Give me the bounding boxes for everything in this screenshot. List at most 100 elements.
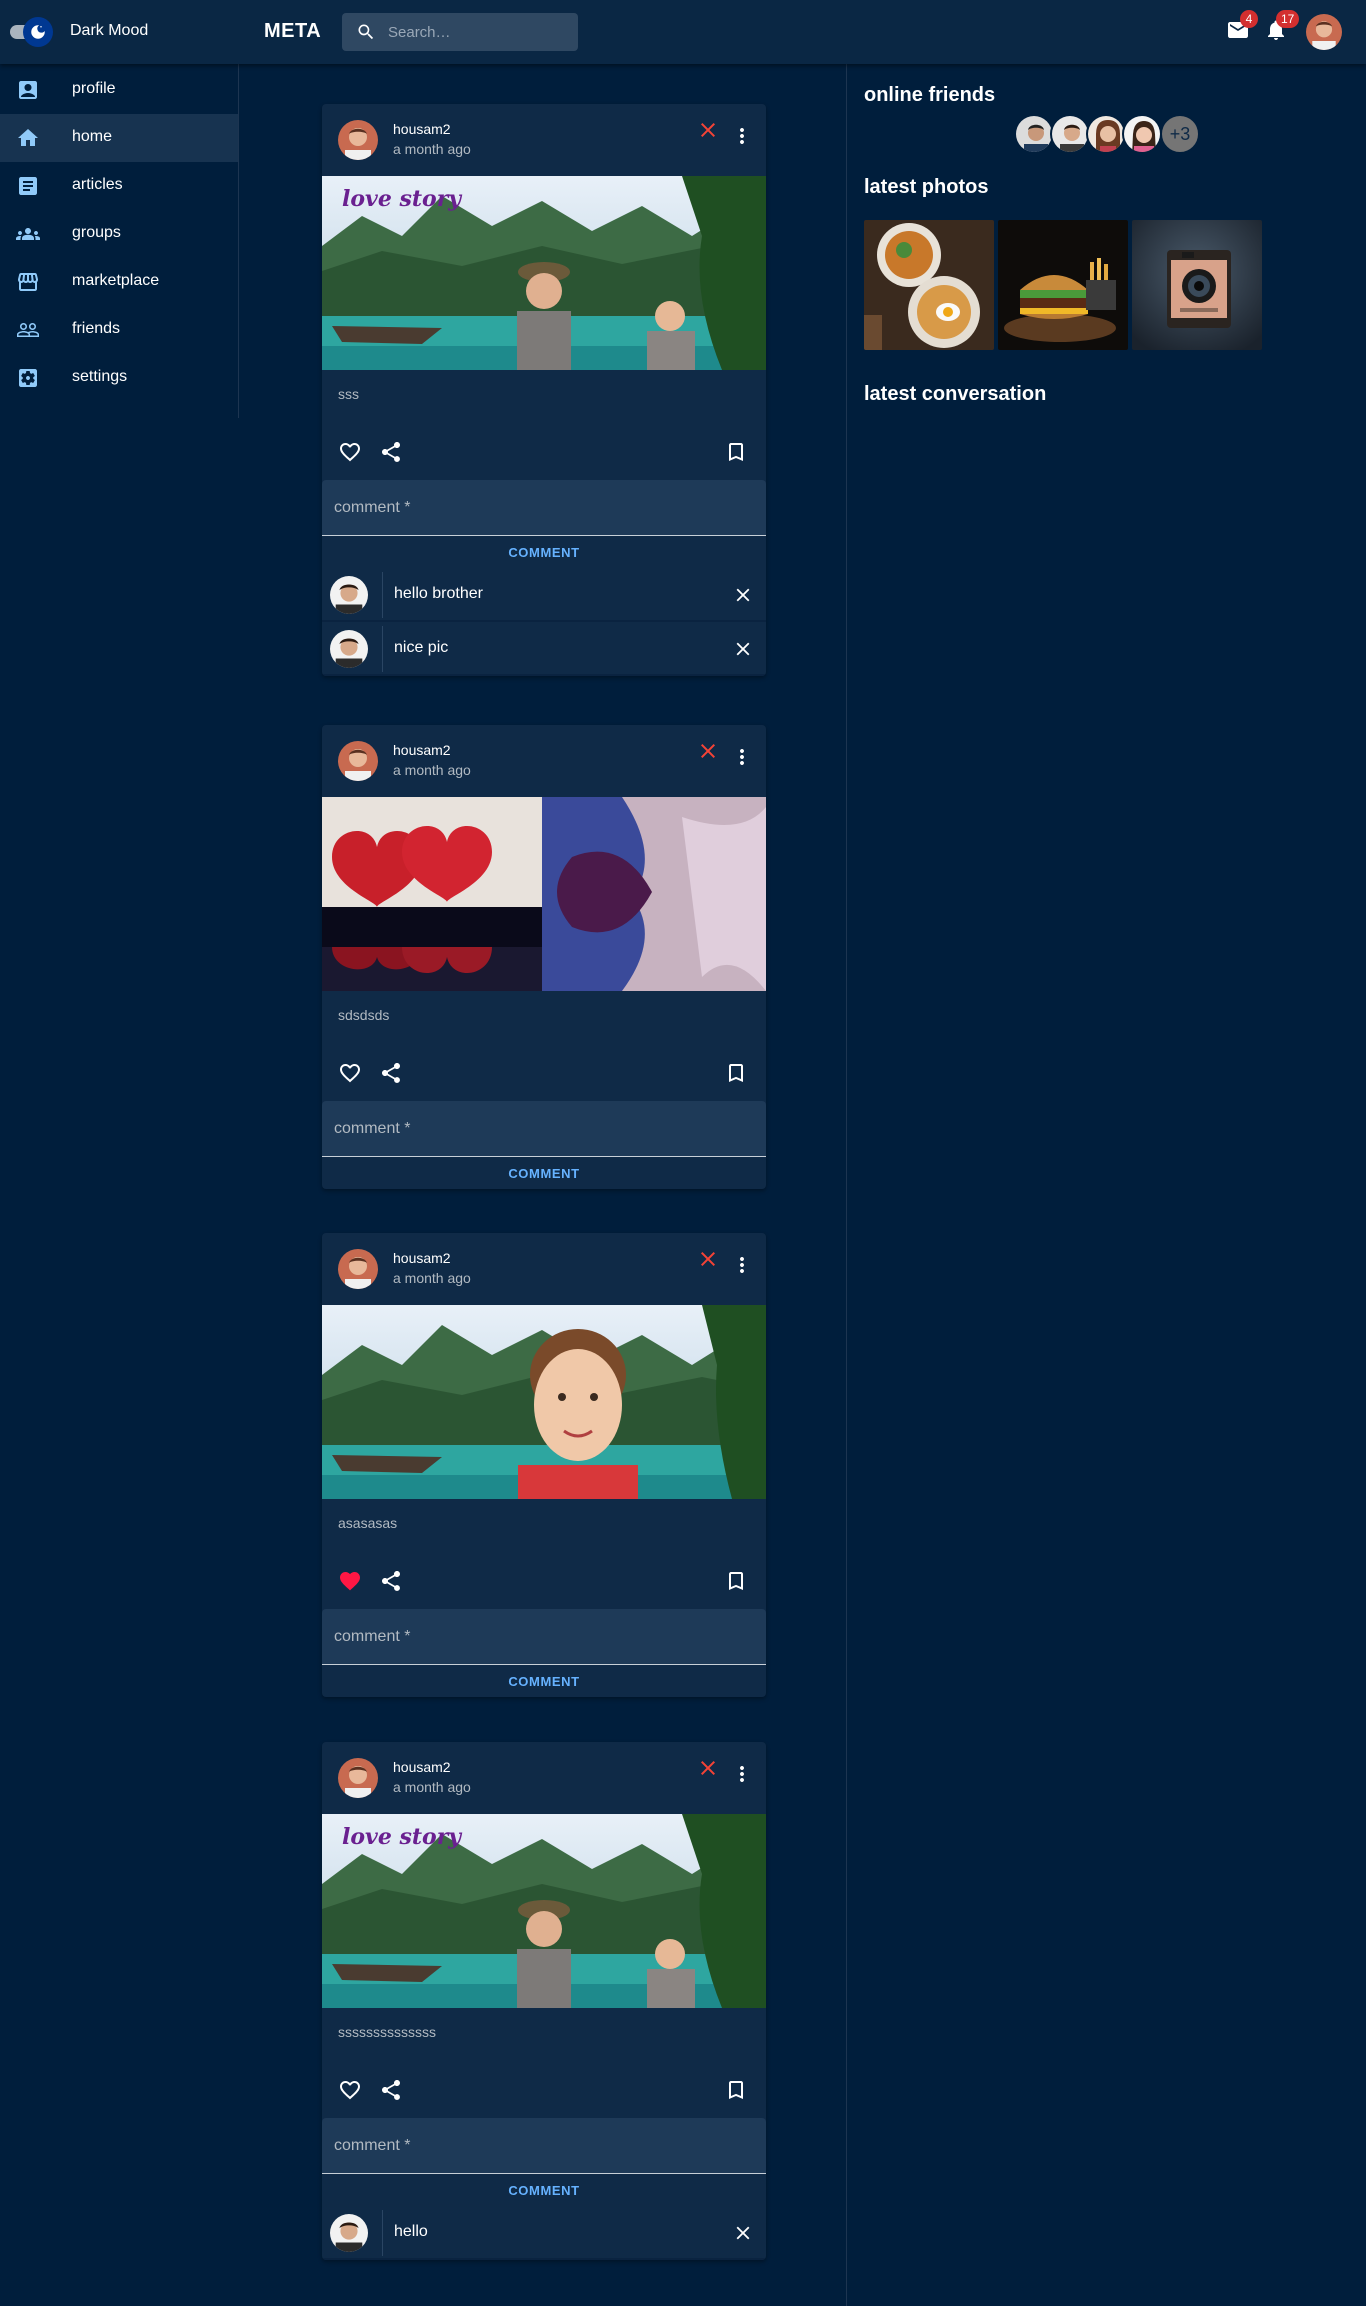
comment-divider <box>382 626 383 672</box>
sidebar-item-friends[interactable]: friends <box>0 306 238 354</box>
post-header: housam2 a month ago <box>322 1233 766 1305</box>
share-icon[interactable] <box>379 2078 403 2102</box>
like-heart-icon[interactable] <box>338 440 362 464</box>
like-heart-icon[interactable] <box>338 1061 362 1085</box>
author-avatar[interactable] <box>338 741 378 781</box>
search-input[interactable] <box>388 13 568 51</box>
comment-text: nice pic <box>394 639 449 656</box>
sidebar-item-label: friends <box>72 320 121 337</box>
post-actions <box>322 1553 766 1609</box>
author-avatar[interactable] <box>338 1758 378 1798</box>
post-actions <box>322 1045 766 1101</box>
post-image[interactable]: love story <box>322 176 766 370</box>
mail-badge: 4 <box>1240 10 1258 28</box>
user-avatar[interactable] <box>1306 14 1342 50</box>
comment-input[interactable] <box>322 2118 766 2174</box>
comment-button[interactable]: COMMENT <box>322 536 766 568</box>
comment-field[interactable] <box>322 1609 766 1665</box>
author-avatar[interactable] <box>338 1249 378 1289</box>
dark-mode-toggle[interactable] <box>6 16 56 48</box>
post-author[interactable]: housam2 <box>393 1759 451 1775</box>
comment-item: hello brother <box>322 568 766 622</box>
sidebar: profile home articles groups marketplace… <box>0 64 239 418</box>
delete-comment-icon[interactable] <box>732 2222 754 2244</box>
more-friends-badge[interactable]: +3 <box>1160 114 1200 154</box>
app-bar: Dark Mood META 4 17 <box>0 0 1366 64</box>
comment-item: hello <box>322 2206 766 2260</box>
post-card: housam2 a month ago love story sssssssss… <box>322 1742 766 2260</box>
delete-post-icon[interactable] <box>696 1247 720 1271</box>
delete-post-icon[interactable] <box>696 739 720 763</box>
sidebar-item-label: settings <box>72 368 128 385</box>
mail-button[interactable]: 4 <box>1226 10 1258 46</box>
latest-photo-thumbnail[interactable] <box>1132 220 1262 350</box>
latest-photos-title: latest photos <box>864 176 989 198</box>
online-friend-avatar[interactable] <box>1122 114 1162 154</box>
sidebar-item-groups[interactable]: groups <box>0 210 238 258</box>
more-vert-icon[interactable] <box>730 1253 754 1277</box>
svg-text:love story: love story <box>342 1824 463 1850</box>
comment-field[interactable] <box>322 480 766 536</box>
bookmark-icon[interactable] <box>724 2078 748 2102</box>
post-timestamp: a month ago <box>393 762 471 778</box>
post-image[interactable] <box>322 797 766 991</box>
profile-icon <box>19 81 37 99</box>
share-icon[interactable] <box>379 440 403 464</box>
online-friend-avatar[interactable] <box>1014 114 1054 154</box>
post-author[interactable]: housam2 <box>393 742 451 758</box>
post-timestamp: a month ago <box>393 1779 471 1795</box>
comment-button[interactable]: COMMENT <box>322 1157 766 1189</box>
bookmark-icon[interactable] <box>724 440 748 464</box>
latest-photo-thumbnail[interactable] <box>998 220 1128 350</box>
more-vert-icon[interactable] <box>730 1762 754 1786</box>
post-card: housam2 a month ago love story sss comme… <box>322 104 766 676</box>
post-image[interactable]: love story <box>322 1814 766 2008</box>
comment-input[interactable] <box>322 1609 766 1665</box>
liked-heart-icon[interactable] <box>338 1569 362 1593</box>
comment-input[interactable] <box>322 480 766 536</box>
sidebar-item-profile[interactable]: profile <box>0 66 238 114</box>
online-friends-title: online friends <box>864 84 996 106</box>
author-avatar[interactable] <box>338 120 378 160</box>
like-heart-icon[interactable] <box>338 2078 362 2102</box>
share-icon[interactable] <box>379 1061 403 1085</box>
sidebar-item-settings[interactable]: settings <box>0 354 238 402</box>
search-box[interactable] <box>342 13 578 51</box>
sidebar-item-label: profile <box>72 80 116 97</box>
commenter-avatar[interactable] <box>330 576 368 614</box>
bookmark-icon[interactable] <box>724 1569 748 1593</box>
post-caption: sdsdsds <box>338 1007 390 1023</box>
post-header: housam2 a month ago <box>322 1742 766 1814</box>
sidebar-item-articles[interactable]: articles <box>0 162 238 210</box>
post-timestamp: a month ago <box>393 1270 471 1286</box>
online-friend-avatar[interactable] <box>1050 114 1090 154</box>
comment-field[interactable] <box>322 1101 766 1157</box>
comment-field[interactable] <box>322 2118 766 2174</box>
delete-post-icon[interactable] <box>696 1756 720 1780</box>
latest-photo-thumbnail[interactable] <box>864 220 994 350</box>
commenter-avatar[interactable] <box>330 2214 368 2252</box>
online-friend-avatar[interactable] <box>1086 114 1126 154</box>
notifications-button[interactable]: 17 <box>1264 10 1300 46</box>
post-caption: ssssssssssssss <box>338 2024 436 2040</box>
sidebar-item-home[interactable]: home <box>0 114 238 162</box>
post-image[interactable] <box>322 1305 766 1499</box>
bookmark-icon[interactable] <box>724 1061 748 1085</box>
post-author[interactable]: housam2 <box>393 1250 451 1266</box>
notification-badge: 17 <box>1276 10 1300 28</box>
sidebar-item-label: home <box>72 128 113 145</box>
more-vert-icon[interactable] <box>730 124 754 148</box>
comment-button[interactable]: COMMENT <box>322 2174 766 2206</box>
delete-comment-icon[interactable] <box>732 584 754 606</box>
post-timestamp: a month ago <box>393 141 471 157</box>
delete-comment-icon[interactable] <box>732 638 754 660</box>
brand-logo[interactable]: META <box>264 20 321 43</box>
sidebar-item-marketplace[interactable]: marketplace <box>0 258 238 306</box>
commenter-avatar[interactable] <box>330 630 368 668</box>
comment-input[interactable] <box>322 1101 766 1157</box>
share-icon[interactable] <box>379 1569 403 1593</box>
comment-button[interactable]: COMMENT <box>322 1665 766 1697</box>
post-author[interactable]: housam2 <box>393 121 451 137</box>
more-vert-icon[interactable] <box>730 745 754 769</box>
delete-post-icon[interactable] <box>696 118 720 142</box>
